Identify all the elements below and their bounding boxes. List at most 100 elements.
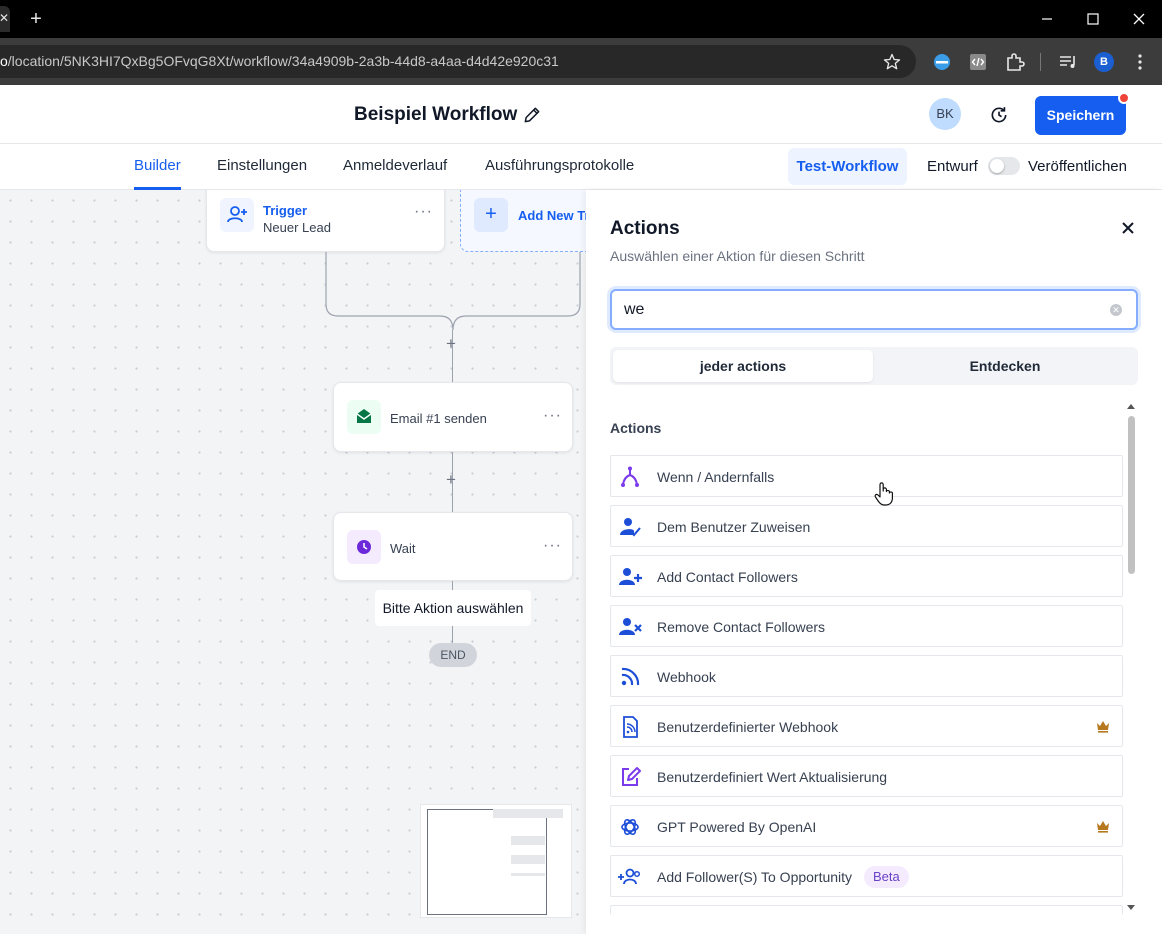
action-label: Add Contact Followers	[657, 569, 798, 585]
scroll-down-arrow-icon[interactable]	[1126, 904, 1136, 912]
email-node-menu-icon[interactable]: ···	[543, 407, 562, 425]
media-queue-icon[interactable]	[1057, 51, 1079, 73]
wait-node[interactable]: Wait ···	[333, 512, 573, 581]
tab-discover[interactable]: Entdecken	[875, 350, 1135, 382]
action-item-custom-value-update[interactable]: Benutzerdefiniert Wert Aktualisierung	[610, 755, 1123, 797]
url-path: /location/5NK3HI7QxBg5OFvqG8Xt/workflow/…	[7, 53, 559, 69]
branch-icon	[621, 466, 639, 487]
wait-node-menu-icon[interactable]: ···	[543, 537, 562, 555]
user-remove-icon	[619, 618, 642, 635]
app-header: Beispiel Workflow BK Speichern	[0, 85, 1162, 143]
action-item-gpt-openai[interactable]: GPT Powered By OpenAI	[610, 805, 1123, 847]
trigger-merge-connector	[325, 252, 581, 331]
select-action-tooltip: Bitte Aktion auswählen	[375, 590, 531, 626]
maximize-icon[interactable]	[1083, 9, 1103, 29]
minimap-shape	[511, 873, 545, 876]
rss-icon	[621, 667, 640, 686]
wait-icon-box	[347, 530, 381, 564]
action-label: Wenn / Andernfalls	[657, 469, 775, 485]
profile-avatar[interactable]: B	[1094, 52, 1114, 72]
assign-user-icon	[620, 518, 641, 537]
user-avatar[interactable]: BK	[929, 98, 961, 130]
minimap[interactable]	[420, 804, 572, 918]
trigger-subtitle: Neuer Lead	[263, 220, 331, 235]
action-list-scrollbar[interactable]	[1126, 402, 1136, 920]
action-label: Add Follower(S) To Opportunity	[657, 869, 853, 885]
clock-icon	[357, 540, 371, 554]
envelope-icon	[356, 409, 372, 423]
url-prefix: o	[0, 53, 8, 69]
action-item-remove-contact-followers[interactable]: Remove Contact Followers	[610, 605, 1123, 647]
add-trigger-node[interactable]: + Add New Tri	[460, 190, 586, 252]
action-item-custom-webhook[interactable]: Benutzerdefinierter Webhook	[610, 705, 1123, 747]
crown-icon	[1097, 821, 1109, 833]
add-trigger-label: Add New Tri	[518, 208, 586, 223]
add-step-plus-icon[interactable]: +	[446, 334, 456, 354]
hand-cursor-icon	[874, 482, 893, 506]
new-tab-button[interactable]: +	[26, 8, 46, 30]
workflow-title: Beispiel Workflow	[354, 104, 518, 125]
email-icon-box	[347, 400, 381, 434]
window-close-icon[interactable]	[1129, 9, 1149, 29]
email-node-label: Email #1 senden	[390, 411, 487, 426]
beta-badge: Beta	[864, 866, 909, 888]
extensions-puzzle-icon[interactable]	[1004, 51, 1026, 73]
tab-all-actions[interactable]: jeder actions	[613, 350, 873, 382]
test-workflow-button[interactable]: Test-Workflow	[788, 148, 907, 185]
action-label: Dem Benutzer Zuweisen	[657, 519, 811, 535]
workflow-tabs: Builder Einstellungen Anmeldeverlauf Aus…	[0, 143, 1162, 190]
action-item-webhook[interactable]: Webhook	[610, 655, 1123, 697]
extension-drop-icon[interactable]	[931, 51, 953, 73]
action-item-assign-user[interactable]: Dem Benutzer Zuweisen	[610, 505, 1123, 547]
clear-search-icon[interactable]: ✕	[1110, 304, 1122, 316]
edit-square-icon	[622, 767, 641, 786]
email-node[interactable]: Email #1 senden ···	[333, 382, 573, 452]
action-item-add-follower-opportunity[interactable]: Add Follower(S) To Opportunity Beta	[610, 855, 1123, 897]
address-bar[interactable]: o/location/5NK3HI7QxBg5OFvqG8Xt/workflow…	[0, 45, 916, 78]
action-item-if-else[interactable]: Wenn / Andernfalls	[610, 455, 1123, 497]
pencil-icon[interactable]	[522, 105, 542, 125]
action-item-partial[interactable]	[610, 905, 1123, 915]
extension-code-icon[interactable]	[967, 51, 989, 73]
search-input[interactable]	[610, 289, 1138, 330]
scroll-up-arrow-icon[interactable]	[1126, 402, 1136, 410]
tab-settings[interactable]: Einstellungen	[217, 157, 307, 174]
workflow-canvas[interactable]: Trigger Neuer Lead ··· + Add New Tri + E…	[0, 190, 586, 934]
draft-label: Entwurf	[927, 158, 978, 175]
trigger-menu-icon[interactable]: ···	[414, 203, 433, 221]
bookmark-star-icon[interactable]	[882, 52, 902, 72]
action-label: Benutzerdefinierter Webhook	[657, 719, 839, 735]
browser-titlebar: ✕ +	[0, 0, 1162, 38]
publish-toggle[interactable]	[988, 157, 1020, 175]
panel-subtitle: Auswählen einer Aktion für diesen Schrit…	[610, 248, 865, 264]
unsaved-indicator-dot	[1118, 92, 1130, 104]
user-plus-trigger-icon	[227, 206, 247, 223]
minimap-shape	[493, 809, 563, 818]
browser-toolbar: o/location/5NK3HI7QxBg5OFvqG8Xt/workflow…	[0, 38, 1162, 85]
section-heading: Actions	[610, 420, 662, 436]
publish-label: Veröffentlichen	[1028, 158, 1127, 175]
trigger-icon-box	[220, 198, 254, 232]
action-label: GPT Powered By OpenAI	[657, 819, 817, 835]
add-trigger-plus-icon: +	[474, 198, 508, 232]
tab-enrollment-history[interactable]: Anmeldeverlauf	[343, 157, 447, 174]
minimize-icon[interactable]	[1037, 9, 1057, 29]
trigger-node[interactable]: Trigger Neuer Lead ···	[206, 190, 445, 252]
end-node: END	[429, 643, 477, 667]
panel-title: Actions	[610, 218, 680, 239]
browser-menu-icon[interactable]	[1129, 51, 1151, 73]
close-icon[interactable]	[1118, 218, 1138, 238]
action-item-add-contact-followers[interactable]: Add Contact Followers	[610, 555, 1123, 597]
tab-builder[interactable]: Builder	[134, 157, 181, 174]
add-step-plus-icon[interactable]: +	[446, 470, 456, 490]
user-plus-icon	[619, 568, 642, 585]
wait-node-label: Wait	[390, 541, 416, 556]
history-icon[interactable]	[989, 105, 1009, 125]
toggle-knob	[990, 159, 1004, 173]
tab-close-icon[interactable]: ✕	[0, 11, 9, 25]
scrollbar-thumb[interactable]	[1128, 416, 1135, 574]
tab-execution-logs[interactable]: Ausführungsprotokolle	[485, 157, 634, 174]
url-text: o/location/5NK3HI7QxBg5OFvqG8Xt/workflow…	[0, 53, 559, 69]
crown-icon	[1097, 721, 1109, 733]
save-button[interactable]: Speichern	[1035, 96, 1126, 135]
